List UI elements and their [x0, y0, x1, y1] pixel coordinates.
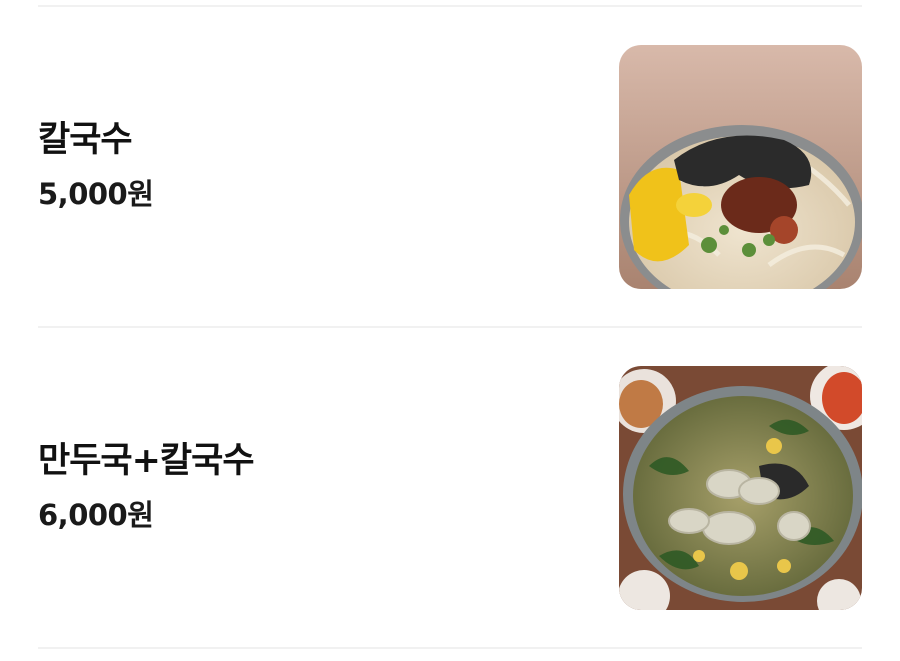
- bottom-divider: [38, 647, 862, 649]
- menu-item-name: 칼국수: [38, 120, 133, 160]
- kalguksu-photo-icon: [619, 45, 862, 289]
- menu-item-price: 5,000원: [38, 177, 154, 211]
- menu-item-price: 6,000원: [38, 498, 154, 532]
- menu-item-name: 만두국+칼국수: [38, 441, 255, 481]
- mandu-kalguksu-photo[interactable]: [619, 366, 862, 610]
- mandu-kalguksu-photo-icon: [619, 366, 862, 610]
- menu-item-kalguksu[interactable]: 칼국수 5,000원: [0, 7, 900, 327]
- kalguksu-photo[interactable]: [619, 45, 862, 289]
- menu-item-mandu-kalguksu[interactable]: 만두국+칼국수 6,000원: [0, 328, 900, 648]
